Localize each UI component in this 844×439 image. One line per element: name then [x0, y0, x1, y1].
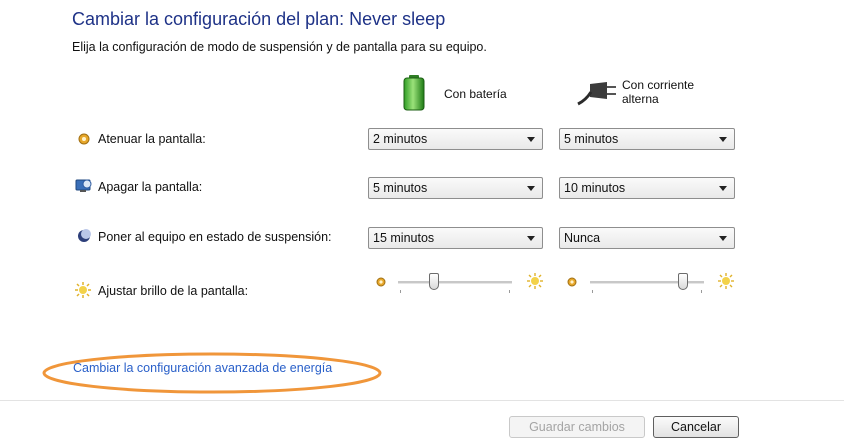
- display-off-battery-value: 5 minutos: [373, 181, 428, 195]
- battery-column-label: Con batería: [444, 87, 507, 101]
- dim-display-icon: [76, 131, 92, 147]
- brightness-bright-icon: [526, 272, 544, 295]
- brightness-label: Ajustar brillo de la pantalla:: [98, 284, 249, 298]
- display-off-icon: [75, 178, 92, 194]
- dim-display-battery-select[interactable]: 2 minutos: [368, 128, 543, 150]
- chevron-down-icon: [719, 236, 727, 241]
- dim-display-plugged-value: 5 minutos: [564, 132, 619, 146]
- page-subtitle: Elija la configuración de modo de suspen…: [72, 40, 487, 54]
- sleep-moon-icon: [76, 228, 92, 244]
- brightness-bright-icon: [717, 272, 735, 295]
- display-off-plugged-value: 10 minutos: [564, 181, 626, 195]
- brightness-plugged-slider[interactable]: [590, 270, 704, 296]
- brightness-dim-icon: [566, 275, 578, 293]
- sleep-plugged-select[interactable]: Nunca: [559, 227, 735, 249]
- display-off-label: Apagar la pantalla:: [98, 180, 203, 194]
- brightness-dim-icon: [375, 275, 387, 293]
- brightness-battery-slider-thumb[interactable]: [429, 273, 439, 290]
- battery-icon: [402, 74, 426, 117]
- highlight-ellipse: [40, 350, 385, 401]
- page-title: Cambiar la configuración del plan: Never…: [72, 9, 446, 29]
- chevron-down-icon: [719, 137, 727, 142]
- dim-display-plugged-select[interactable]: 5 minutos: [559, 128, 735, 150]
- dim-display-label: Atenuar la pantalla:: [98, 132, 206, 146]
- display-off-plugged-select[interactable]: 10 minutos: [559, 177, 735, 199]
- sleep-plugged-value: Nunca: [564, 231, 601, 245]
- sleep-battery-value: 15 minutos: [373, 231, 435, 245]
- chevron-down-icon: [527, 186, 535, 191]
- dim-display-battery-value: 2 minutos: [373, 132, 428, 146]
- chevron-down-icon: [719, 186, 727, 191]
- power-plug-icon: [576, 80, 618, 113]
- plugged-column-label-line2: alterna: [622, 92, 659, 106]
- display-off-battery-select[interactable]: 5 minutos: [368, 177, 543, 199]
- footer-divider: [0, 400, 844, 401]
- cancel-button[interactable]: Cancelar: [653, 416, 739, 438]
- brightness-plugged-slider-thumb[interactable]: [678, 273, 688, 290]
- brightness-sun-icon: [74, 281, 91, 298]
- sleep-label: Poner al equipo en estado de suspensión:: [98, 230, 332, 244]
- plugged-column-label-line1: Con corriente: [622, 78, 695, 92]
- save-changes-button[interactable]: Guardar cambios: [509, 416, 645, 438]
- sleep-battery-select[interactable]: 15 minutos: [368, 227, 543, 249]
- brightness-battery-slider[interactable]: [398, 270, 512, 296]
- chevron-down-icon: [527, 137, 535, 142]
- chevron-down-icon: [527, 236, 535, 241]
